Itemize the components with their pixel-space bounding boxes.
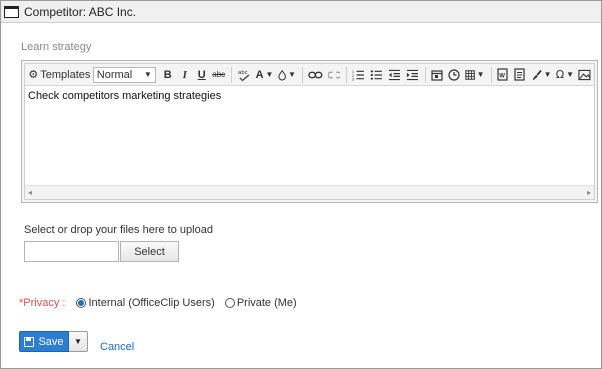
insert-link-button[interactable] (306, 66, 325, 84)
cancel-link[interactable]: Cancel (100, 341, 134, 353)
indent-icon (406, 69, 418, 80)
format-painter-button[interactable]: ▼ (529, 66, 554, 84)
insert-time-button[interactable] (446, 66, 462, 84)
chevron-down-icon: ▼ (74, 337, 82, 346)
gear-icon: ⚙ (28, 68, 39, 81)
privacy-row: * Privacy : Internal (OfficeClip Users) … (19, 297, 307, 309)
toolbar-divider (346, 66, 348, 83)
special-characters-button[interactable]: Ω ▼ (554, 66, 575, 84)
italic-button[interactable]: I (177, 66, 193, 84)
chevron-down-icon: ▼ (288, 70, 296, 79)
table-icon (464, 69, 475, 80)
toolbar-divider (230, 66, 232, 83)
insert-image-button[interactable] (576, 66, 593, 84)
insert-table-button[interactable]: ▼ (463, 66, 487, 84)
font-color-button[interactable]: A ▼ (254, 66, 274, 84)
spellcheck-icon: abc (238, 70, 249, 81)
chevron-down-icon: ▼ (543, 70, 552, 79)
link-icon (308, 71, 323, 78)
bulleted-list-button[interactable] (368, 66, 385, 84)
chevron-down-icon: ▼ (143, 70, 152, 79)
window-title: Competitor: ABC Inc. (24, 4, 137, 19)
numbered-list-icon: 123 (352, 70, 365, 81)
scroll-left-icon[interactable]: ◂ (28, 188, 32, 197)
strategy-label: Learn strategy (21, 41, 92, 53)
save-split-button: Save ▼ (19, 331, 88, 352)
document-text-icon (514, 68, 525, 81)
numbered-list-button[interactable]: 123 (350, 66, 367, 84)
bold-button[interactable]: B (160, 66, 176, 84)
chevron-down-icon: ▼ (476, 70, 485, 79)
privacy-private-radio[interactable] (224, 298, 235, 308)
image-icon (578, 69, 591, 80)
privacy-label: Privacy : (23, 297, 66, 309)
rich-text-editor: ⚙ Templates Normal ▼ B I U abc abc A ▼ ▼… (21, 60, 598, 203)
toolbar-divider (424, 66, 426, 83)
calendar-icon (430, 69, 443, 81)
chevron-down-icon: ▼ (265, 70, 274, 79)
spellcheck-button[interactable]: abc (235, 66, 254, 84)
editor-toolbar: ⚙ Templates Normal ▼ B I U abc abc A ▼ ▼… (25, 64, 594, 86)
unlink-icon (327, 71, 341, 78)
privacy-private-label[interactable]: Private (Me) (237, 297, 297, 309)
omega-icon: Ω (555, 68, 565, 81)
title-bar: Competitor: ABC Inc. (1, 1, 601, 23)
floppy-disk-icon (24, 336, 35, 347)
paste-word-button[interactable]: W (495, 66, 511, 84)
scroll-right-icon[interactable]: ▸ (587, 188, 591, 197)
paste-text-button[interactable] (512, 66, 528, 84)
format-value: Normal (96, 68, 133, 81)
document-word-icon: W (497, 68, 508, 81)
spellcheck-glyph: abc (238, 70, 248, 76)
underline-button[interactable]: U (194, 66, 210, 84)
format-dropdown[interactable]: Normal ▼ (92, 66, 156, 83)
paint-brush-icon (532, 69, 542, 81)
svg-text:3: 3 (352, 77, 354, 81)
svg-text:W: W (499, 74, 505, 80)
window-icon (4, 5, 19, 18)
save-options-dropdown[interactable]: ▼ (69, 331, 88, 352)
highlight-color-button[interactable]: ▼ (276, 66, 298, 84)
decrease-indent-button[interactable] (386, 66, 403, 84)
privacy-internal-label[interactable]: Internal (OfficeClip Users) (88, 297, 214, 309)
bulleted-list-icon (370, 69, 383, 80)
insert-date-button[interactable] (429, 66, 445, 84)
increase-indent-button[interactable] (404, 66, 421, 84)
unlink-button[interactable] (326, 66, 343, 84)
toolbar-divider (490, 66, 492, 83)
select-file-button[interactable]: Select (120, 241, 179, 262)
font-color-icon: A (255, 68, 264, 81)
file-name-field[interactable] (24, 241, 119, 262)
dialog-window: Competitor: ABC Inc. Learn strategy ⚙ Te… (0, 0, 602, 369)
save-label: Save (38, 335, 64, 348)
clock-icon (447, 68, 460, 81)
privacy-internal-radio[interactable] (76, 298, 87, 308)
outdent-icon (388, 69, 400, 80)
paint-drop-icon (278, 69, 286, 80)
templates-label: Templates (40, 68, 91, 81)
editor-content[interactable]: Check competitors marketing strategies (25, 86, 594, 183)
horizontal-scrollbar[interactable]: ◂ ▸ (25, 185, 594, 199)
editor-frame: ⚙ Templates Normal ▼ B I U abc abc A ▼ ▼… (24, 63, 595, 200)
templates-button[interactable]: ⚙ Templates (28, 66, 91, 84)
chevron-down-icon: ▼ (566, 70, 575, 79)
upload-instructions: Select or drop your files here to upload (24, 224, 213, 236)
toolbar-divider (301, 66, 303, 83)
strikethrough-button[interactable]: abc (211, 66, 227, 84)
save-button[interactable]: Save (19, 331, 69, 352)
